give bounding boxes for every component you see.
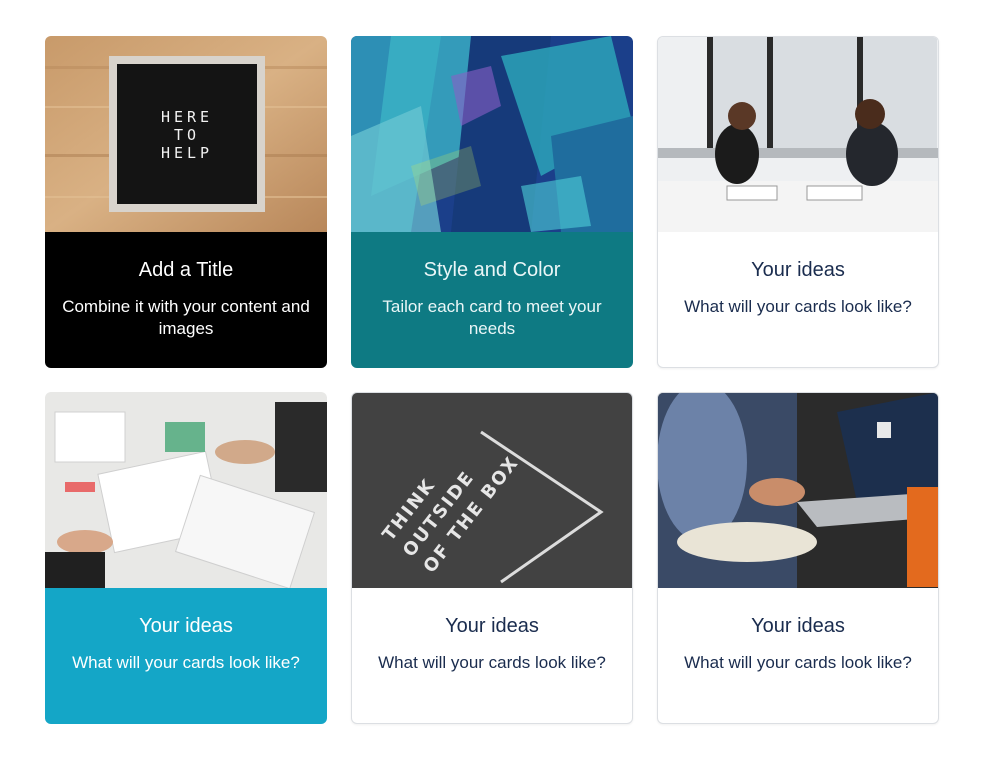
letterboard-photo: HERE TO HELP	[45, 36, 327, 232]
card-add-title[interactable]: HERE TO HELP Add a Title Combine it with y…	[45, 36, 327, 368]
card-title: Your ideas	[751, 615, 845, 637]
card-text: Combine it with your content and images	[62, 297, 310, 338]
card-text: What will your cards look like?	[378, 653, 606, 672]
abstract-paint-photo	[351, 36, 633, 232]
card-style-color[interactable]: Style and Color Tailor each card to meet…	[351, 36, 633, 368]
card-your-ideas-meeting[interactable]: Your ideas What will your cards look lik…	[657, 36, 939, 368]
card-text: What will your cards look like?	[684, 653, 912, 672]
chalkboard-photo: THINKOUTSIDEOF THE BOX	[352, 393, 632, 588]
card-your-ideas-laptop[interactable]: Your ideas What will your cards look lik…	[657, 392, 939, 724]
design-table-photo	[45, 392, 327, 588]
card-title: Your ideas	[139, 615, 233, 637]
card-title: Your ideas	[751, 259, 845, 281]
card-text: Tailor each card to meet your needs	[382, 297, 602, 338]
card-title: Style and Color	[423, 259, 561, 281]
laptop-photo	[658, 393, 938, 588]
card-grid: HERE TO HELP Add a Title Combine it with y…	[45, 36, 939, 724]
meeting-photo	[658, 37, 938, 232]
card-your-ideas-chalkboard[interactable]: THINKOUTSIDEOF THE BOX Your ideas What w…	[351, 392, 633, 724]
card-text: What will your cards look like?	[72, 653, 300, 672]
card-your-ideas-design[interactable]: Your ideas What will your cards look lik…	[45, 392, 327, 724]
card-text: What will your cards look like?	[684, 297, 912, 316]
card-title: Your ideas	[445, 615, 539, 637]
card-title: Add a Title	[138, 259, 234, 281]
